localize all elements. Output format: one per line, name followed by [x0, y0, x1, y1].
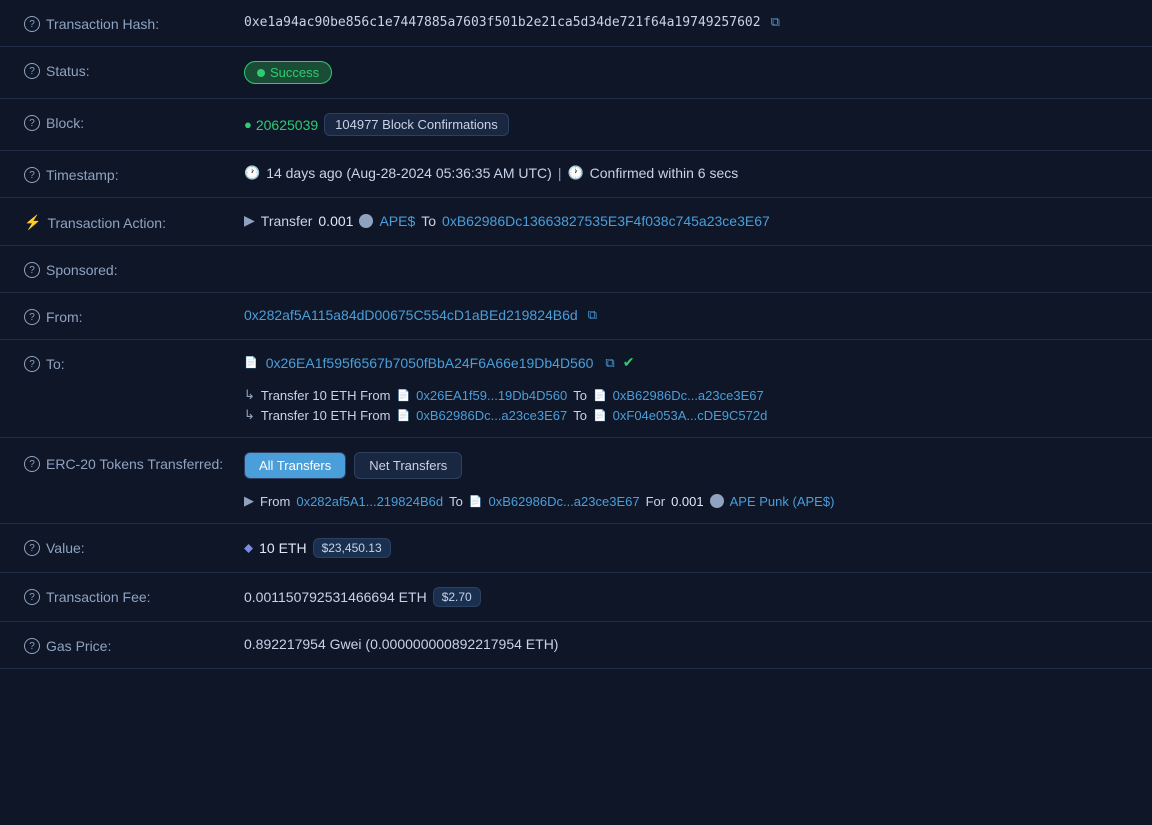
sub-transfer-2: ↳ Transfer 10 ETH From 📄 0xB62986Dc...a2… [244, 407, 1128, 423]
timestamp-row: ? Timestamp: 🕐 14 days ago (Aug-28-2024 … [0, 151, 1152, 198]
eth-icon: ⬥ [244, 540, 253, 556]
sponsored-row: ? Sponsored: [0, 246, 1152, 293]
transaction-action-value: ▶ Transfer 0.001 APE$ To 0xB62986Dc13663… [244, 212, 1128, 229]
sub2-from-address[interactable]: 0xB62986Dc...a23ce3E67 [416, 408, 567, 423]
gas-price-label: ? Gas Price: [24, 636, 244, 654]
net-transfers-tab[interactable]: Net Transfers [354, 452, 462, 479]
to-label: ? To: [24, 354, 244, 372]
erc20-to-link[interactable]: 0xB62986Dc...a23ce3E67 [489, 494, 640, 509]
to-address-link[interactable]: 0x26EA1f595f6567b7050fBbA24F6A66e19Db4D5… [266, 355, 594, 371]
question-icon-to: ? [24, 356, 40, 372]
transaction-fee-value: 0.001150792531466694 ETH $2.70 [244, 587, 1128, 607]
value-row: ? Value: ⬥ 10 ETH $23,450.13 [0, 524, 1152, 573]
question-icon-timestamp: ? [24, 167, 40, 183]
status-dot [257, 69, 265, 77]
from-label: ? From: [24, 307, 244, 325]
doc-icon-sub2-from: 📄 [396, 409, 410, 422]
sub1-from-address[interactable]: 0x26EA1f59...19Db4D560 [416, 388, 567, 403]
sponsored-label: ? Sponsored: [24, 260, 244, 278]
transaction-fee-label: ? Transaction Fee: [24, 587, 244, 605]
triangle-icon-erc20: ▶ [244, 493, 254, 509]
block-green-dot: ● [244, 117, 252, 132]
block-label: ? Block: [24, 113, 244, 131]
question-icon-block: ? [24, 115, 40, 131]
question-icon-gas: ? [24, 638, 40, 654]
erc20-tabs: All Transfers Net Transfers [244, 452, 462, 479]
doc-icon-to: 📄 [244, 356, 258, 369]
from-value: 0x282af5A115a84dD00675C554cD1aBEd219824B… [244, 307, 1128, 323]
copy-from-address-icon[interactable]: ⧉ [588, 307, 597, 323]
erc20-value: All Transfers Net Transfers ▶ From 0x282… [244, 452, 1128, 509]
question-icon-from: ? [24, 309, 40, 325]
value-usd-badge: $23,450.13 [313, 538, 391, 558]
ape-token-link[interactable]: APE$ [379, 213, 415, 229]
from-address-link[interactable]: 0x282af5A115a84dD00675C554cD1aBEd219824B… [244, 307, 578, 323]
status-row: ? Status: Success [0, 47, 1152, 99]
status-badge: Success [244, 61, 332, 84]
triangle-icon: ▶ [244, 212, 255, 229]
transaction-hash-label: ? Transaction Hash: [24, 14, 244, 32]
transaction-action-label: ⚡ Transaction Action: [24, 212, 244, 231]
question-icon: ? [24, 16, 40, 32]
erc20-transfer-detail: ▶ From 0x282af5A1...219824B6d To 📄 0xB62… [244, 493, 834, 509]
transaction-hash-value: 0xe1a94ac90be856c1e7447885a7603f501b2e21… [244, 14, 1128, 30]
question-icon-value: ? [24, 540, 40, 556]
corner-arrow-1: ↳ [244, 387, 255, 403]
erc20-token-link[interactable]: APE Punk (APE$) [730, 494, 835, 509]
transaction-hash-row: ? Transaction Hash: 0xe1a94ac90be856c1e7… [0, 0, 1152, 47]
value-content: ⬥ 10 ETH $23,450.13 [244, 538, 1128, 558]
to-row: ? To: 📄 0x26EA1f595f6567b7050fBbA24F6A66… [0, 340, 1152, 438]
block-number-group: ● 20625039 [244, 117, 318, 133]
block-value: ● 20625039 104977 Block Confirmations [244, 113, 1128, 136]
sub-transfer-1: ↳ Transfer 10 ETH From 📄 0x26EA1f59...19… [244, 387, 1128, 403]
lightning-icon: ⚡ [24, 214, 41, 231]
copy-to-address-icon[interactable]: ⧉ [605, 355, 614, 371]
ape-token-icon [359, 214, 373, 228]
sub-transfers-list: ↳ Transfer 10 ETH From 📄 0x26EA1f59...19… [244, 383, 1128, 423]
copy-hash-icon[interactable]: ⧉ [771, 14, 780, 30]
erc20-amount: 0.001 [671, 494, 704, 509]
doc-icon-sub1-from: 📄 [396, 389, 410, 402]
question-icon-status: ? [24, 63, 40, 79]
status-value: Success [244, 61, 1128, 84]
gas-price-value: 0.892217954 Gwei (0.000000000892217954 E… [244, 636, 1128, 652]
doc-icon-erc20-to: 📄 [469, 495, 483, 508]
sub1-to-address[interactable]: 0xB62986Dc...a23ce3E67 [613, 388, 764, 403]
erc20-label: ? ERC-20 Tokens Transferred: [24, 452, 244, 472]
from-row: ? From: 0x282af5A115a84dD00675C554cD1aBE… [0, 293, 1152, 340]
question-icon-erc20: ? [24, 456, 40, 472]
gas-price-row: ? Gas Price: 0.892217954 Gwei (0.0000000… [0, 622, 1152, 669]
transaction-fee-row: ? Transaction Fee: 0.001150792531466694 … [0, 573, 1152, 622]
question-icon-sponsored: ? [24, 262, 40, 278]
erc20-row: ? ERC-20 Tokens Transferred: All Transfe… [0, 438, 1152, 524]
block-number-link[interactable]: 20625039 [256, 117, 318, 133]
action-amount: 0.001 [318, 213, 353, 229]
sub2-to-address[interactable]: 0xF04e053A...cDE9C572d [613, 408, 768, 423]
timestamp-separator: | [558, 165, 562, 181]
value-label: ? Value: [24, 538, 244, 556]
value-eth: 10 ETH [259, 540, 306, 556]
timestamp-label: ? Timestamp: [24, 165, 244, 183]
corner-arrow-2: ↳ [244, 407, 255, 423]
transaction-action-row: ⚡ Transaction Action: ▶ Transfer 0.001 A… [0, 198, 1152, 246]
erc20-from-link[interactable]: 0x282af5A1...219824B6d [296, 494, 443, 509]
hash-text: 0xe1a94ac90be856c1e7447885a7603f501b2e21… [244, 15, 761, 30]
to-value: 📄 0x26EA1f595f6567b7050fBbA24F6A66e19Db4… [244, 354, 1128, 423]
doc-icon-sub1-to: 📄 [593, 389, 607, 402]
doc-icon-sub2-to: 📄 [593, 409, 607, 422]
to-verified-icon: ✔ [623, 354, 635, 371]
timestamp-value: 🕐 14 days ago (Aug-28-2024 05:36:35 AM U… [244, 165, 1128, 181]
transaction-detail-page: ? Transaction Hash: 0xe1a94ac90be856c1e7… [0, 0, 1152, 825]
status-label: ? Status: [24, 61, 244, 79]
all-transfers-tab[interactable]: All Transfers [244, 452, 346, 479]
ape-token-icon-erc20 [710, 494, 724, 508]
clock-icon: 🕐 [244, 165, 260, 181]
to-address-row: 📄 0x26EA1f595f6567b7050fBbA24F6A66e19Db4… [244, 354, 634, 371]
question-icon-fee: ? [24, 589, 40, 605]
action-to-address-link[interactable]: 0xB62986Dc13663827535E3F4f038c745a23ce3E… [442, 213, 770, 229]
block-row: ? Block: ● 20625039 104977 Block Confirm… [0, 99, 1152, 151]
fee-usd-badge: $2.70 [433, 587, 481, 607]
clock-icon-2: 🕐 [567, 165, 583, 181]
block-confirmations-badge: 104977 Block Confirmations [324, 113, 509, 136]
